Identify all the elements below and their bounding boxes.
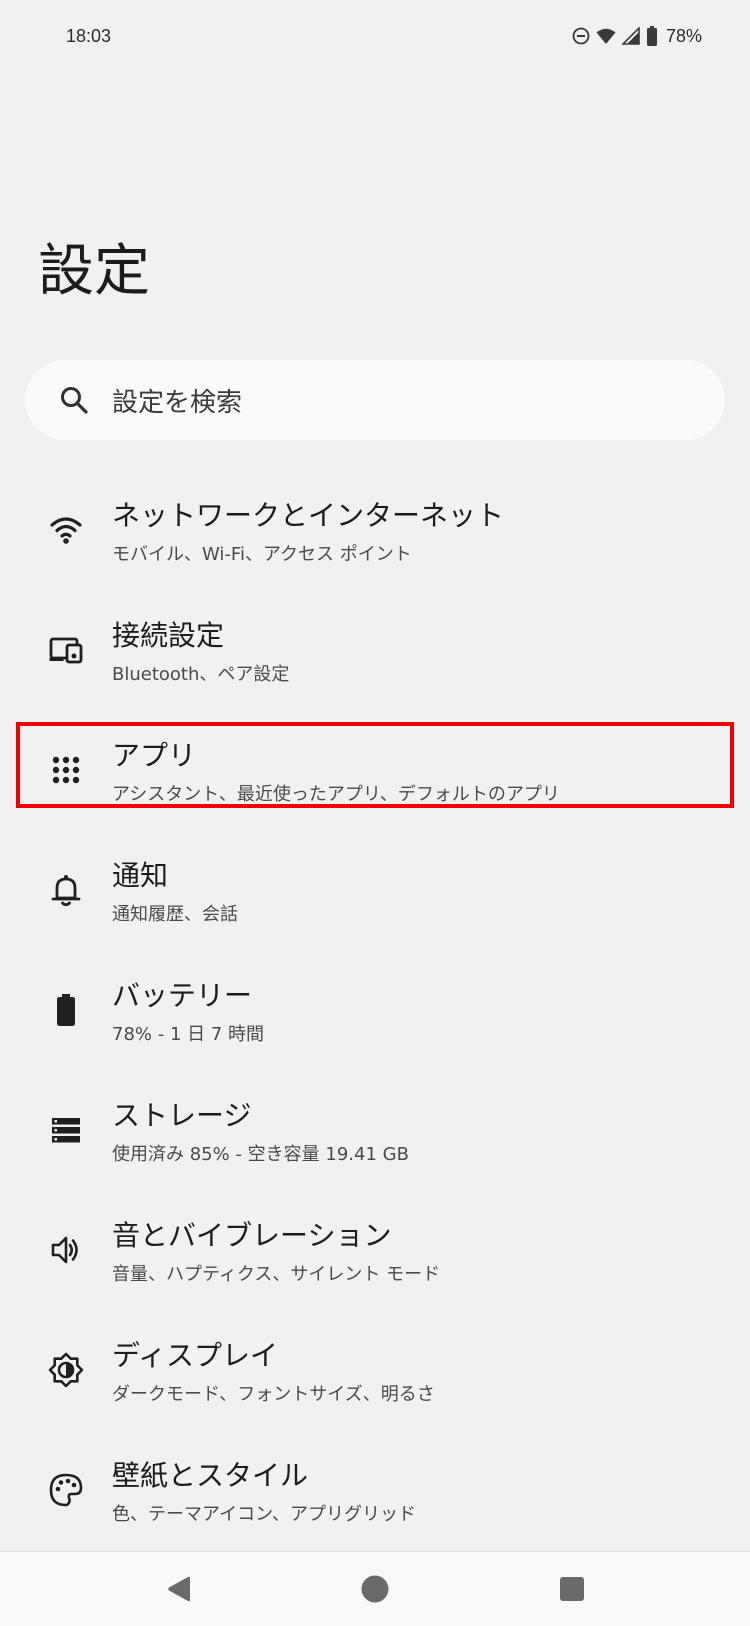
- settings-item-display[interactable]: ディスプレイ ダークモード、フォントサイズ、明るさ: [0, 1310, 750, 1430]
- status-bar: 18:03 78%: [0, 0, 750, 76]
- settings-item-subtitle: 使用済み 85% - 空き容量 19.41 GB: [112, 1144, 409, 1165]
- settings-item-subtitle: モバイル、Wi-Fi、アクセス ポイント: [112, 544, 412, 565]
- settings-item-title: 接続設定: [112, 619, 225, 652]
- settings-item-battery[interactable]: バッテリー 78% - 1 日 7 時間: [0, 950, 750, 1070]
- connected-devices-icon: [48, 632, 84, 668]
- status-time: 18:03: [66, 26, 112, 46]
- settings-item-apps[interactable]: アプリ アシスタント、最近使ったアプリ、デフォルトのアプリ: [0, 710, 750, 830]
- settings-item-notifications[interactable]: 通知 通知履歴、会話: [0, 830, 750, 950]
- palette-icon: [48, 1472, 84, 1508]
- settings-item-network[interactable]: ネットワークとインターネット モバイル、Wi-Fi、アクセス ポイント: [0, 470, 750, 590]
- settings-item-subtitle: アシスタント、最近使ったアプリ、デフォルトのアプリ: [112, 784, 560, 805]
- settings-item-title: ストレージ: [112, 1099, 252, 1132]
- volume-icon: [48, 1232, 84, 1268]
- settings-item-connected-devices[interactable]: 接続設定 Bluetooth、ペア設定: [0, 590, 750, 710]
- settings-item-title: ディスプレイ: [112, 1339, 279, 1372]
- settings-item-subtitle: 音量、ハプティクス、サイレント モード: [112, 1264, 441, 1285]
- page-title: 設定: [38, 239, 150, 304]
- search-icon: [58, 384, 90, 416]
- display-brightness-icon: [48, 1352, 84, 1388]
- battery-percent: 78%: [665, 25, 702, 46]
- settings-item-subtitle: Bluetooth、ペア設定: [112, 664, 290, 685]
- settings-item-title: 通知: [112, 859, 169, 892]
- storage-icon: [48, 1112, 84, 1148]
- wifi-icon: [596, 27, 616, 45]
- settings-list: ネットワークとインターネット モバイル、Wi-Fi、アクセス ポイント 接続設定…: [0, 470, 750, 1550]
- settings-item-title: バッテリー: [112, 979, 253, 1012]
- settings-item-sound[interactable]: 音とバイブレーション 音量、ハプティクス、サイレント モード: [0, 1190, 750, 1310]
- settings-item-subtitle: 通知履歴、会話: [112, 904, 238, 925]
- settings-item-title: 壁紙とスタイル: [112, 1459, 309, 1492]
- settings-item-title: ネットワークとインターネット: [112, 499, 505, 532]
- bell-icon: [48, 872, 84, 908]
- search-placeholder: 設定を検索: [112, 388, 243, 418]
- status-icons: 78%: [572, 24, 702, 48]
- navigation-bar: [0, 1551, 750, 1626]
- do-not-disturb-icon: [572, 27, 590, 45]
- search-bar[interactable]: 設定を検索: [25, 360, 725, 440]
- back-icon[interactable]: [164, 1574, 194, 1604]
- settings-item-subtitle: 色、テーマアイコン、アプリグリッド: [112, 1504, 417, 1525]
- battery-icon: [646, 26, 658, 46]
- battery-icon: [48, 992, 84, 1028]
- home-icon[interactable]: [360, 1574, 390, 1604]
- settings-item-storage[interactable]: ストレージ 使用済み 85% - 空き容量 19.41 GB: [0, 1070, 750, 1190]
- recents-icon[interactable]: [559, 1576, 585, 1602]
- settings-item-title: アプリ: [112, 739, 197, 772]
- settings-item-subtitle: ダークモード、フォントサイズ、明るさ: [112, 1384, 435, 1405]
- wifi-icon: [48, 512, 84, 548]
- settings-item-subtitle: 78% - 1 日 7 時間: [112, 1024, 265, 1045]
- signal-icon: [621, 27, 640, 45]
- apps-grid-icon: [48, 752, 84, 788]
- settings-item-wallpaper[interactable]: 壁紙とスタイル 色、テーマアイコン、アプリグリッド: [0, 1430, 750, 1550]
- settings-item-title: 音とバイブレーション: [112, 1219, 392, 1252]
